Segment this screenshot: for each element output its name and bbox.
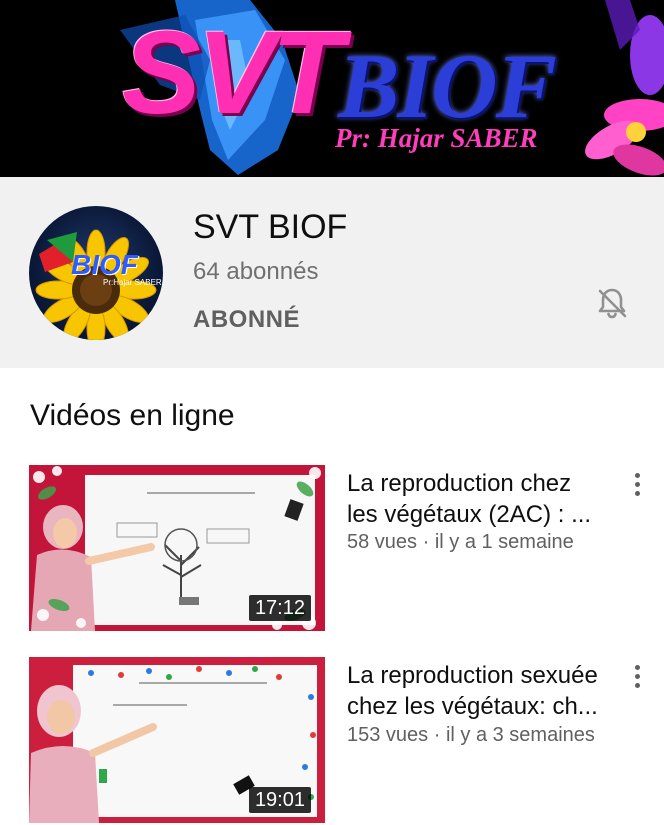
video-meta: 58 vues · il y a 1 semaine [347,531,574,553]
video-title[interactable]: La reproduction chez les végétaux (2AC) … [347,468,617,530]
subscribed-button[interactable]: ABONNÉ [193,305,300,335]
avatar-author: Pr:Hajar SABER [103,278,162,287]
bell-off-icon-graphic [598,288,627,319]
video-item[interactable]: 19:01 La reproduction sexuée chez les vé… [0,657,664,825]
video-item[interactable]: 17:12 La reproduction chez les végétaux … [0,465,664,635]
more-options-icon[interactable] [626,469,650,499]
channel-page: SVT BIOF Pr: Hajar SABER BIOF Pr:Hajar S… [0,0,664,825]
section-title: Vidéos en ligne [30,399,235,432]
video-meta: 153 vues · il y a 3 semaines [347,724,595,746]
video-title[interactable]: La reproduction sexuée chez les végétaux… [347,660,617,722]
video-thumbnail[interactable]: 17:12 [29,465,325,631]
channel-name[interactable]: SVT BIOF [193,207,347,247]
more-options-icon[interactable] [626,661,650,691]
video-title-line: La reproduction chez [347,470,572,497]
banner-title-svt: SVT [122,7,343,139]
flower-right-icon [585,0,664,176]
bell-off-icon[interactable] [592,283,632,323]
avatar-label: BIOF [71,249,138,280]
banner-title-biof: BIOF [338,35,557,137]
video-title-line: les végétaux (2AC) : ... [347,501,592,528]
video-title-line: chez les végétaux: ch... [347,693,598,720]
channel-header: BIOF Pr:Hajar SABER SVT BIOF 64 abonnés … [0,177,664,368]
video-thumbnail[interactable]: 19:01 [29,657,325,823]
channel-banner: SVT BIOF Pr: Hajar SABER [0,0,664,177]
video-title-line: La reproduction sexuée [347,662,598,689]
video-duration: 17:12 [248,595,311,621]
subscriber-count: 64 abonnés [193,258,319,285]
video-duration: 19:01 [248,787,311,813]
banner-author: Pr: Hajar SABER [335,123,538,153]
avatar[interactable]: BIOF Pr:Hajar SABER [29,206,163,340]
